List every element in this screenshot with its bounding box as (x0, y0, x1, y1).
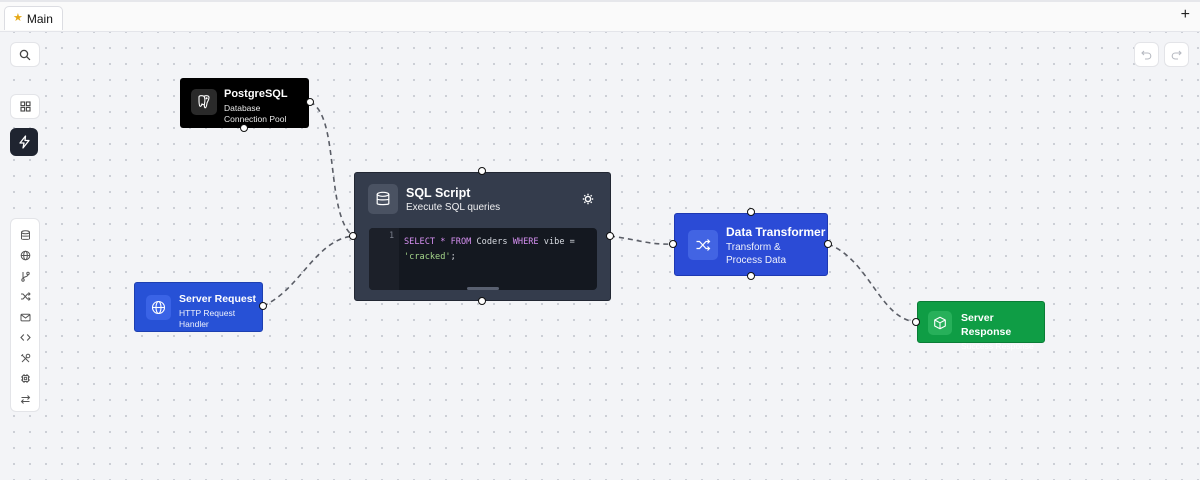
server-response-title: Server Response (961, 312, 1012, 338)
sql-bottom-handle[interactable] (478, 297, 486, 305)
data-transformer-node[interactable]: Data Transformer Transform & Process Dat… (674, 213, 828, 276)
git-branch-icon (20, 271, 30, 282)
node-palette (10, 218, 40, 412)
grid-button[interactable] (10, 94, 40, 119)
globe-icon (151, 300, 166, 315)
palette-branch[interactable] (14, 266, 36, 287)
code-operator: * (440, 237, 446, 247)
data-transformer-subtitle-line1: Transform & (726, 242, 781, 253)
shuffle-icon (20, 292, 31, 302)
code-keyword-from: FROM (450, 237, 472, 247)
palette-tools[interactable] (14, 348, 36, 369)
postgres-output-handle[interactable] (306, 98, 314, 106)
palette-globe[interactable] (14, 246, 36, 267)
search-icon (19, 49, 31, 60)
edge-postgres-sql (309, 101, 354, 237)
database-icon (376, 191, 390, 206)
postgres-icon-box (191, 89, 217, 115)
palette-swap[interactable] (14, 389, 36, 410)
palette-shuffle[interactable] (14, 287, 36, 308)
edge-transformer-response (827, 243, 918, 323)
sql-script-subtitle: Execute SQL queries (406, 202, 501, 213)
cube-icon (934, 316, 946, 330)
data-transformer-top-handle[interactable] (747, 208, 755, 216)
data-transformer-bottom-handle[interactable] (747, 272, 755, 280)
lightning-icon (18, 135, 30, 149)
code-condition: vibe = (543, 237, 575, 247)
server-request-text: Server Request HTTP Request Handler (179, 292, 256, 330)
palette-database[interactable] (14, 225, 36, 246)
data-transformer-input-handle[interactable] (669, 240, 677, 248)
sql-top-handle[interactable] (478, 167, 486, 175)
postgres-elephant-icon (198, 95, 210, 109)
code-keyword-select: SELECT (404, 237, 436, 247)
undo-icon (1141, 50, 1152, 60)
data-transformer-subtitle-line2: Process Data (726, 255, 787, 266)
redo-button[interactable] (1164, 42, 1189, 67)
code-line-2: 'cracked'; (404, 252, 456, 262)
server-request-title: Server Request (179, 293, 257, 305)
sql-script-node[interactable]: SQL Script Execute SQL queries 1 SELECT … (354, 172, 611, 301)
server-response-node[interactable]: Server Response Success Response (917, 301, 1045, 351)
line-number: 1 (389, 231, 395, 241)
globe-icon (20, 250, 30, 261)
postgres-bottom-handle[interactable] (240, 124, 248, 132)
gear-icon (582, 193, 594, 205)
palette-cpu[interactable] (14, 369, 36, 390)
palette-code[interactable] (14, 328, 36, 349)
data-transformer-title: Data Transformer (726, 225, 826, 239)
shuffle-icon (696, 239, 711, 251)
code-icon (19, 334, 31, 342)
server-request-icon-box (146, 295, 171, 320)
code-table: Coders (476, 237, 508, 247)
database-icon (20, 230, 30, 240)
postgres-subtitle-line1: Database (224, 103, 261, 113)
undo-button[interactable] (1134, 42, 1159, 67)
postgres-text: PostgreSQL Database Connection Pool (224, 87, 288, 125)
cpu-icon (20, 374, 30, 384)
mail-icon (20, 313, 30, 322)
tools-icon (20, 353, 30, 363)
server-response-text: Server Response Success Response (961, 311, 1044, 353)
code-terminator: ; (450, 252, 456, 262)
sql-settings-button[interactable] (582, 192, 594, 205)
search-button[interactable] (10, 42, 40, 67)
code-literal: 'cracked' (404, 252, 451, 262)
code-scrollbar[interactable] (467, 287, 499, 290)
code-keyword-where: WHERE (512, 237, 539, 247)
server-request-node[interactable]: Server Request HTTP Request Handler (134, 282, 263, 332)
sql-code-editor[interactable]: 1 SELECT * FROM Coders WHERE vibe = 'cra… (369, 228, 597, 290)
edge-request-sql (262, 235, 354, 307)
server-response-subtitle: Success Response (961, 341, 1034, 351)
swap-icon (20, 394, 30, 404)
code-gutter (369, 228, 399, 290)
data-transformer-text: Data Transformer Transform & Process Dat… (726, 225, 825, 267)
server-request-subtitle-line1: HTTP Request (179, 308, 236, 318)
sql-input-handle[interactable] (349, 232, 357, 240)
server-response-input-handle[interactable] (912, 318, 920, 326)
redo-icon (1171, 50, 1182, 60)
server-request-output-handle[interactable] (259, 302, 267, 310)
lightning-button[interactable] (10, 128, 38, 156)
sql-script-icon-box (368, 184, 398, 214)
code-line-1: SELECT * FROM Coders WHERE vibe = (404, 237, 575, 247)
server-request-subtitle-line2: Handler (179, 319, 209, 329)
data-transformer-output-handle[interactable] (824, 240, 832, 248)
postgres-title: PostgreSQL (224, 88, 288, 100)
grid-icon (19, 101, 31, 112)
server-response-icon-box (928, 311, 952, 335)
palette-mail[interactable] (14, 307, 36, 328)
sql-script-title: SQL Script (406, 186, 471, 200)
postgres-subtitle-line2: Connection Pool (224, 114, 287, 124)
postgres-node[interactable]: PostgreSQL Database Connection Pool (180, 78, 309, 128)
edge-sql-transformer (609, 235, 674, 245)
sql-output-handle[interactable] (606, 232, 614, 240)
data-transformer-icon-box (688, 230, 718, 260)
